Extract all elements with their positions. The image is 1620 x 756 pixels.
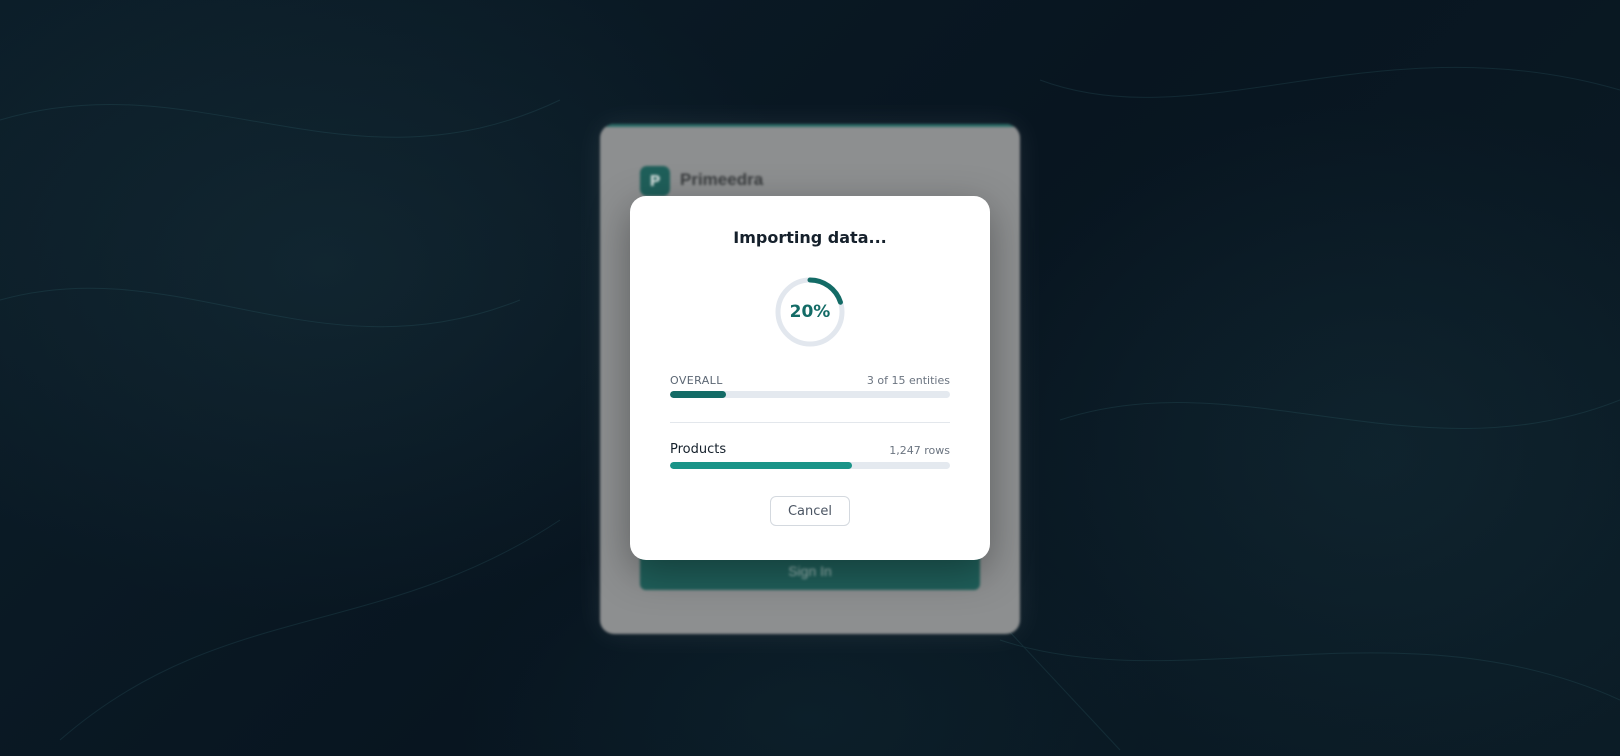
login-card-accent-line (600, 124, 1020, 127)
overall-label: OVERALL (670, 374, 723, 387)
entity-progress-bar (670, 462, 950, 469)
divider (670, 422, 950, 423)
progress-percent: 20% (789, 302, 831, 322)
entity-progress-fill (670, 462, 852, 469)
brand-name: Primeedra (680, 170, 764, 189)
brand-logo-icon: P (640, 166, 670, 196)
entity-progress-row: Products 1,247 rows (670, 442, 950, 469)
import-progress-modal: Importing data... 20% OVERALL 3 of 15 en… (630, 196, 990, 560)
current-entity-rows: 1,247 rows (889, 444, 950, 457)
modal-title: Importing data... (733, 228, 887, 247)
current-entity-name: Products (670, 442, 727, 457)
overall-count: 3 of 15 entities (866, 374, 950, 387)
overall-progress-row: OVERALL 3 of 15 entities (670, 374, 950, 398)
overall-progress-fill (670, 391, 726, 398)
overall-progress-bar (670, 391, 950, 398)
cancel-button[interactable]: Cancel (770, 496, 850, 526)
